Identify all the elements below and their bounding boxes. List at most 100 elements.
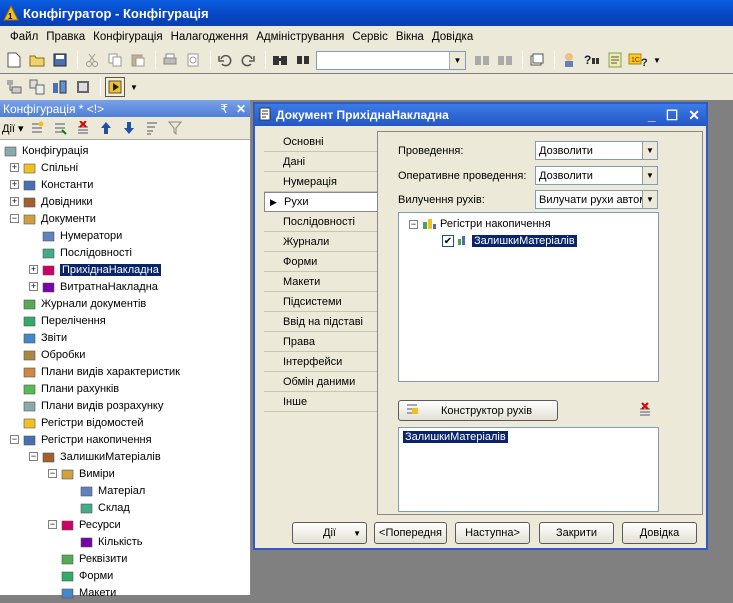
- move-up-icon[interactable]: [96, 118, 116, 138]
- dialog-tab[interactable]: Послідовності: [264, 212, 378, 232]
- compare-icon[interactable]: [27, 77, 47, 97]
- toolbar-overflow-icon[interactable]: ▼: [653, 56, 661, 65]
- paste-icon[interactable]: [128, 50, 148, 70]
- menu-edit[interactable]: Правка: [46, 31, 85, 43]
- dialog-tab[interactable]: Рухи: [264, 192, 378, 212]
- movements-list[interactable]: ЗалишкиМатеріалів: [398, 427, 659, 512]
- expand-icon[interactable]: +: [29, 265, 38, 274]
- tree-item[interactable]: Послідовності: [41, 244, 132, 261]
- find-all-icon[interactable]: [293, 50, 313, 70]
- print-preview-icon[interactable]: [183, 50, 203, 70]
- new-document-icon[interactable]: [4, 50, 24, 70]
- support-icon[interactable]: [73, 77, 93, 97]
- next-button[interactable]: Наступна>: [455, 522, 530, 544]
- tree-item[interactable]: + Спільні: [10, 159, 78, 176]
- assistant-icon[interactable]: [559, 50, 579, 70]
- delete-icon[interactable]: [73, 118, 93, 138]
- find-prev-icon[interactable]: [495, 50, 515, 70]
- actions-button[interactable]: Дії ▼: [292, 522, 367, 544]
- tree-item[interactable]: − Регістри накопичення: [10, 431, 152, 448]
- help-search-icon[interactable]: ?: [582, 50, 602, 70]
- help-1c-icon[interactable]: 1C?: [628, 50, 648, 70]
- tree-item[interactable]: + Довідники: [10, 193, 93, 210]
- tree-item[interactable]: Форми: [60, 567, 113, 584]
- tree-item[interactable]: + ВитратнаНакладна: [29, 278, 158, 295]
- collapse-icon[interactable]: −: [48, 469, 57, 478]
- tree-item[interactable]: Реквізити: [60, 550, 127, 567]
- actions-menu-button[interactable]: Дії ▾: [2, 122, 24, 135]
- find-next-icon[interactable]: [472, 50, 492, 70]
- dialog-tab[interactable]: Ввід на підставі: [264, 312, 378, 332]
- tree-item[interactable]: Регістри відомостей: [22, 414, 143, 431]
- menu-file[interactable]: Файл: [10, 31, 38, 43]
- dialog-tab[interactable]: Форми: [264, 252, 378, 272]
- help-button[interactable]: Довідка: [622, 522, 697, 544]
- dialog-tab[interactable]: Нумерація: [264, 172, 378, 192]
- sort-icon[interactable]: [142, 118, 162, 138]
- print-icon[interactable]: [160, 50, 180, 70]
- open-icon[interactable]: [27, 50, 47, 70]
- movements-list-item[interactable]: ЗалишкиМатеріалів: [403, 431, 508, 443]
- menu-service[interactable]: Сервіс: [352, 31, 388, 43]
- move-down-icon[interactable]: [119, 118, 139, 138]
- search-combobox[interactable]: ▼: [316, 50, 466, 70]
- run-debug-icon[interactable]: [105, 77, 125, 97]
- dialog-tab[interactable]: Обмін даними: [264, 372, 378, 392]
- chevron-down-icon[interactable]: ▼: [449, 51, 465, 69]
- minimize-icon[interactable]: _: [648, 107, 656, 124]
- tree-item[interactable]: Плани видів характеристик: [22, 363, 180, 380]
- dialog-tab[interactable]: Журнали: [264, 232, 378, 252]
- tree-item[interactable]: Нумератори: [41, 227, 122, 244]
- tree-item[interactable]: Плани видів розрахунку: [22, 397, 163, 414]
- update-db-icon[interactable]: [50, 77, 70, 97]
- posting-select[interactable]: Дозволити ▼: [535, 141, 658, 160]
- movements-constructor-button[interactable]: Конструктор рухів: [398, 400, 558, 421]
- config-tree-icon[interactable]: [4, 77, 24, 97]
- tree-item[interactable]: Конфігурація: [3, 142, 88, 159]
- registers-tree-root[interactable]: − Регістри накопичення: [409, 216, 551, 232]
- close-icon[interactable]: ✕: [236, 102, 246, 116]
- previous-button[interactable]: <Попередня: [374, 522, 447, 544]
- pin-icon[interactable]: ₹: [220, 102, 228, 116]
- dialog-tab[interactable]: Основні: [264, 132, 378, 152]
- dialog-tab[interactable]: Дані: [264, 152, 378, 172]
- clear-movements-icon[interactable]: [638, 402, 654, 421]
- menu-debug[interactable]: Налагодження: [171, 31, 249, 43]
- expand-icon[interactable]: +: [10, 197, 19, 206]
- collapse-icon[interactable]: −: [10, 214, 19, 223]
- dialog-tab[interactable]: Макети: [264, 272, 378, 292]
- menu-configuration[interactable]: Конфігурація: [93, 31, 162, 43]
- syntax-helper-icon[interactable]: [605, 50, 625, 70]
- dialog-tab[interactable]: Підсистеми: [264, 292, 378, 312]
- tree-item[interactable]: − Документи: [10, 210, 96, 227]
- find-icon[interactable]: [270, 50, 290, 70]
- close-button[interactable]: Закрити: [539, 522, 614, 544]
- registers-tree[interactable]: − Регістри накопичення ✔ ЗалишкиМатеріал…: [398, 212, 659, 382]
- tree-item[interactable]: Перелічення: [22, 312, 106, 329]
- tree-item[interactable]: Звіти: [22, 329, 67, 346]
- realtime-posting-select[interactable]: Дозволити ▼: [535, 166, 658, 185]
- tree-item[interactable]: − ЗалишкиМатеріалів: [29, 448, 161, 465]
- collapse-icon[interactable]: −: [29, 452, 38, 461]
- menu-windows[interactable]: Вікна: [396, 31, 424, 43]
- save-icon[interactable]: [50, 50, 70, 70]
- toolbar-overflow-icon[interactable]: ▼: [130, 83, 138, 92]
- movements-deletion-select[interactable]: Вилучати рухи автом ▼: [535, 190, 658, 209]
- close-icon[interactable]: ✕: [688, 107, 700, 124]
- chevron-down-icon[interactable]: ▼: [642, 142, 657, 159]
- tree-item[interactable]: Макети: [60, 584, 116, 601]
- redo-icon[interactable]: [238, 50, 258, 70]
- collapse-icon[interactable]: −: [10, 435, 19, 444]
- tree-item[interactable]: + ПрихіднаНакладна: [29, 261, 161, 278]
- dialog-tab[interactable]: Інше: [264, 392, 378, 412]
- add-icon[interactable]: [27, 118, 47, 138]
- chevron-down-icon[interactable]: ▼: [642, 167, 657, 184]
- filter-icon[interactable]: [165, 118, 185, 138]
- checkbox[interactable]: ✔: [442, 235, 454, 247]
- tree-item[interactable]: Плани рахунків: [22, 380, 119, 397]
- cut-icon[interactable]: [82, 50, 102, 70]
- copy-icon[interactable]: [105, 50, 125, 70]
- expand-icon[interactable]: +: [29, 282, 38, 291]
- maximize-icon[interactable]: ☐: [666, 107, 679, 124]
- chevron-down-icon[interactable]: ▼: [642, 191, 657, 208]
